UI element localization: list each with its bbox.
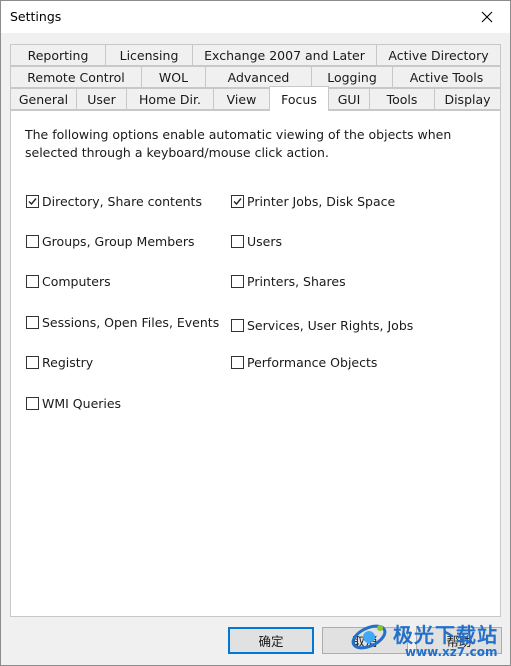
checkbox[interactable] — [231, 194, 244, 208]
option-users[interactable]: Users — [231, 233, 282, 249]
tab-remote-control[interactable]: Remote Control — [10, 66, 142, 88]
option-label: Printers, Shares — [247, 273, 346, 289]
checkbox[interactable] — [231, 274, 244, 288]
option-printer-jobs[interactable]: Printer Jobs, Disk Space — [231, 193, 395, 209]
watermark-logo-icon — [351, 624, 387, 650]
tab-exchange[interactable]: Exchange 2007 and Later — [192, 44, 377, 66]
tab-advanced[interactable]: Advanced — [205, 66, 312, 88]
tab-view[interactable]: View — [213, 88, 270, 110]
option-registry[interactable]: Registry — [26, 354, 93, 370]
option-label: Registry — [42, 354, 94, 370]
option-label: Users — [247, 233, 283, 249]
tab-reporting[interactable]: Reporting — [10, 44, 106, 66]
option-label: Directory, Share contents — [42, 193, 202, 209]
focus-description: The following options enable automatic v… — [25, 127, 452, 160]
title-bar: Settings — [1, 1, 510, 33]
watermark-text: 极光下载站 — [393, 623, 498, 647]
option-label: WMI Queries — [42, 395, 122, 411]
option-performance[interactable]: Performance Objects — [231, 354, 377, 370]
focus-panel: The following options enable automatic v… — [10, 110, 501, 617]
option-computers[interactable]: Computers — [26, 273, 111, 289]
tab-logging[interactable]: Logging — [311, 66, 393, 88]
tab-display[interactable]: Display — [434, 88, 501, 110]
tab-tools[interactable]: Tools — [369, 88, 435, 110]
option-label: Computers — [42, 273, 111, 289]
option-groups[interactable]: Groups, Group Members — [26, 233, 194, 249]
checkmark-icon — [28, 197, 37, 205]
tab-focus[interactable]: Focus — [269, 86, 329, 111]
checkbox[interactable] — [26, 396, 39, 410]
tab-licensing[interactable]: Licensing — [105, 44, 193, 66]
option-printers-shares[interactable]: Printers, Shares — [231, 273, 346, 289]
option-label: Groups, Group Members — [42, 233, 195, 249]
close-button[interactable] — [464, 1, 510, 33]
watermark: 极光下载站 www.xz7.com — [349, 613, 509, 665]
option-sessions[interactable]: Sessions, Open Files, Events — [26, 314, 219, 330]
option-label: Printer Jobs, Disk Space — [247, 193, 396, 209]
checkmark-icon — [233, 197, 242, 205]
option-directory-share[interactable]: Directory, Share contents — [26, 193, 202, 209]
tab-user[interactable]: User — [76, 88, 127, 110]
settings-window: Settings Reporting Licensing Exchange 20… — [0, 0, 511, 666]
checkbox[interactable] — [26, 274, 39, 288]
ok-button[interactable]: 确定 — [228, 627, 314, 654]
checkbox[interactable] — [26, 234, 39, 248]
option-label: Services, User Rights, Jobs — [247, 317, 414, 333]
close-icon — [481, 11, 493, 23]
tab-home-dir[interactable]: Home Dir. — [126, 88, 214, 110]
tab-general[interactable]: General — [10, 88, 77, 110]
checkbox[interactable] — [231, 355, 244, 369]
tab-wol[interactable]: WOL — [141, 66, 206, 88]
checkbox[interactable] — [231, 318, 244, 332]
watermark-url: www.xz7.com — [405, 645, 498, 659]
window-title: Settings — [10, 9, 62, 24]
option-label: Performance Objects — [247, 354, 378, 370]
checkbox[interactable] — [26, 315, 39, 329]
tab-active-tools[interactable]: Active Tools — [392, 66, 501, 88]
checkbox[interactable] — [231, 234, 244, 248]
option-wmi[interactable]: WMI Queries — [26, 395, 121, 411]
checkbox[interactable] — [26, 194, 39, 208]
option-services[interactable]: Services, User Rights, Jobs — [231, 317, 413, 333]
option-label: Sessions, Open Files, Events — [42, 314, 220, 330]
checkbox[interactable] — [26, 355, 39, 369]
tab-active-directory[interactable]: Active Directory — [376, 44, 501, 66]
tab-gui[interactable]: GUI — [328, 88, 370, 110]
